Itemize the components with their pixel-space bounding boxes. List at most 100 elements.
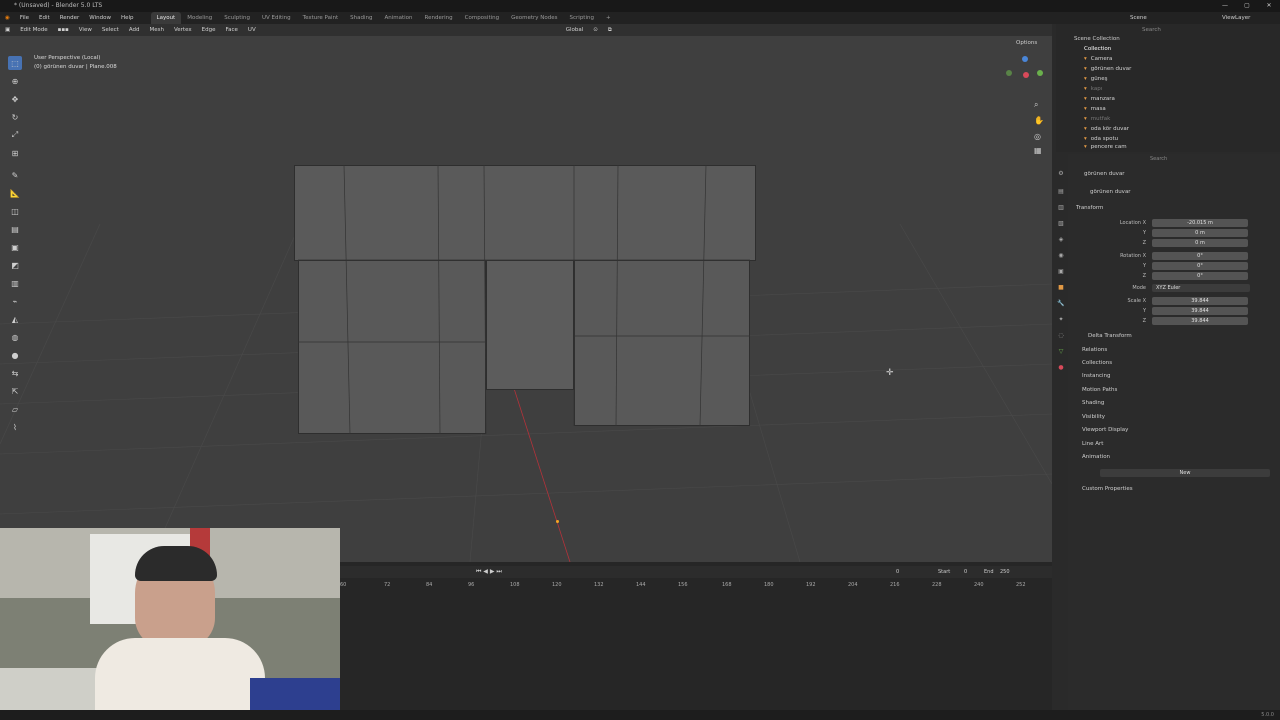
scene-selector[interactable]: Scene [1130,12,1147,24]
maximize-icon[interactable]: ▢ [1236,0,1258,12]
menu-bar: ◉ File Edit Render Window Help Layout Mo… [0,12,1280,24]
collection-tab-icon[interactable]: ▣ [1056,268,1066,278]
collection-label[interactable]: Collection [1084,46,1111,52]
location-x-field[interactable]: -20.015 m [1152,219,1248,227]
object-name-field[interactable]: görünen duvar [1090,189,1131,195]
properties-search-input[interactable]: Search [1150,156,1167,162]
mesh-object-icon: ▾ [1084,126,1087,132]
zoom-icon[interactable]: ⌕ [1034,100,1038,110]
tab-sculpting[interactable]: Sculpting [218,12,256,24]
object-tab-icon[interactable]: ■ [1056,284,1066,294]
scale-y-field[interactable]: 39.844 [1152,307,1248,315]
instancing-panel[interactable]: Instancing [1082,373,1111,379]
start-field[interactable]: 0 [964,569,967,575]
scene-tab-icon[interactable]: ◈ [1056,236,1066,246]
frame-tick: 192 [806,582,816,588]
location-z-field[interactable]: 0 m [1152,239,1248,247]
mesh-data-tab-icon[interactable]: ▽ [1056,348,1066,358]
delta-transform-panel[interactable]: Delta Transform [1088,333,1132,339]
outliner-item-manzara[interactable]: ▾ manzara [1084,94,1115,104]
visibility-panel[interactable]: Visibility [1082,414,1105,420]
new-action-button[interactable]: New [1100,469,1270,477]
shading-panel[interactable]: Shading [1082,400,1104,406]
tool-tab-icon[interactable]: ⚙ [1056,170,1066,180]
timeline-header: ⏮ ◀ ▶ ⏭ 0 Start 0 End 250 [340,566,1052,578]
tab-animation[interactable]: Animation [378,12,418,24]
current-frame-field[interactable]: 0 [896,569,899,575]
tab-geometry-nodes[interactable]: Geometry Nodes [505,12,563,24]
pan-hand-icon[interactable]: ✋ [1034,116,1044,125]
menu-edit[interactable]: Edit [34,12,55,24]
y-axis-icon[interactable] [1037,70,1043,76]
menu-window[interactable]: Window [84,12,116,24]
camera-view-icon[interactable]: ◎ [1034,132,1041,141]
rotation-x-label: Rotation X [1120,253,1146,259]
world-tab-icon[interactable]: ◉ [1056,252,1066,262]
scale-z-field[interactable]: 39.844 [1152,317,1248,325]
tab-rendering[interactable]: Rendering [419,12,459,24]
outliner-item-masa[interactable]: ▾ masa [1084,104,1106,114]
timeline-editor[interactable] [340,562,1052,710]
tab-layout[interactable]: Layout [150,12,182,24]
navigation-gizmo[interactable] [1004,54,1046,96]
rotation-z-field[interactable]: 0° [1152,272,1248,280]
relations-panel[interactable]: Relations [1082,347,1107,353]
custom-properties-panel[interactable]: Custom Properties [1082,486,1133,492]
x-axis-icon[interactable] [1023,72,1029,78]
mesh-object-icon: ▾ [1084,116,1087,122]
blender-logo-icon[interactable]: ◉ [0,12,15,24]
tab-compositing[interactable]: Compositing [459,12,505,24]
scale-y-label: Y [1142,308,1146,314]
outliner-item-oda-spotu[interactable]: ▾ oda spotu [1084,134,1118,144]
outliner-item-kapi[interactable]: ▾ kapı [1084,84,1102,94]
outliner-item-gunes[interactable]: ▾ güneş [1084,74,1107,84]
rotation-x-field[interactable]: 0° [1152,252,1248,260]
render-tab-icon[interactable]: ▤ [1056,188,1066,198]
rotation-y-field[interactable]: 0° [1152,262,1248,270]
frame-tick: 132 [594,582,604,588]
webcam-person-hair [135,546,217,581]
view-layer-selector[interactable]: ViewLayer [1222,12,1250,24]
line-art-panel[interactable]: Line Art [1082,441,1103,447]
modifier-tab-icon[interactable]: 🔧 [1056,300,1066,310]
playback-controls[interactable]: ⏮ ◀ ▶ ⏭ [476,568,502,576]
close-icon[interactable]: ✕ [1258,0,1280,12]
outliner-item-camera[interactable]: ▾ Camera [1084,54,1112,64]
add-workspace-button[interactable]: + [600,12,617,24]
menu-render[interactable]: Render [55,12,85,24]
outliner-item-pencere-cam[interactable]: ▾ pencere cam [1084,144,1127,150]
collections-panel[interactable]: Collections [1082,360,1112,366]
minimize-icon[interactable]: — [1214,0,1236,12]
frame-tick: 108 [510,582,520,588]
viewport-display-panel[interactable]: Viewport Display [1082,427,1128,433]
3d-viewport[interactable]: ▣ Edit Mode ▪▪▪ View Select Add Mesh Ver… [0,24,1052,562]
frame-tick: 180 [764,582,774,588]
particles-tab-icon[interactable]: ✦ [1056,316,1066,326]
tab-uv-editing[interactable]: UV Editing [256,12,297,24]
location-y-field[interactable]: 0 m [1152,229,1248,237]
outliner-item-mutfak[interactable]: ▾ mutfak [1084,114,1110,124]
material-tab-icon[interactable]: ● [1056,364,1066,374]
rotation-mode-dropdown[interactable]: XYZ Euler [1152,284,1250,292]
end-field[interactable]: 250 [1000,569,1010,575]
motion-paths-panel[interactable]: Motion Paths [1082,387,1117,393]
scale-x-field[interactable]: 39.844 [1152,297,1248,305]
tab-modeling[interactable]: Modeling [181,12,218,24]
transform-panel-header[interactable]: Transform [1076,205,1103,211]
grid-view-icon[interactable]: ▦ [1034,146,1042,155]
z-axis-icon[interactable] [1022,56,1028,62]
tab-scripting[interactable]: Scripting [564,12,600,24]
tab-texture-paint[interactable]: Texture Paint [297,12,345,24]
outliner-search-input[interactable]: Search [1142,27,1161,33]
outliner-item-oda-kor-duvar[interactable]: ▾ oda kör duvar [1084,124,1129,134]
tab-shading[interactable]: Shading [344,12,378,24]
output-tab-icon[interactable]: ▥ [1056,204,1066,214]
light-icon: ▾ [1084,76,1087,82]
outliner-item-gorunen-duvar[interactable]: ▾ görünen duvar [1084,64,1131,74]
view-layer-tab-icon[interactable]: ▧ [1056,220,1066,230]
menu-help[interactable]: Help [116,12,139,24]
animation-panel[interactable]: Animation [1082,454,1110,460]
menu-file[interactable]: File [15,12,34,24]
neg-y-axis-icon[interactable] [1006,70,1012,76]
physics-tab-icon[interactable]: ◌ [1056,332,1066,342]
